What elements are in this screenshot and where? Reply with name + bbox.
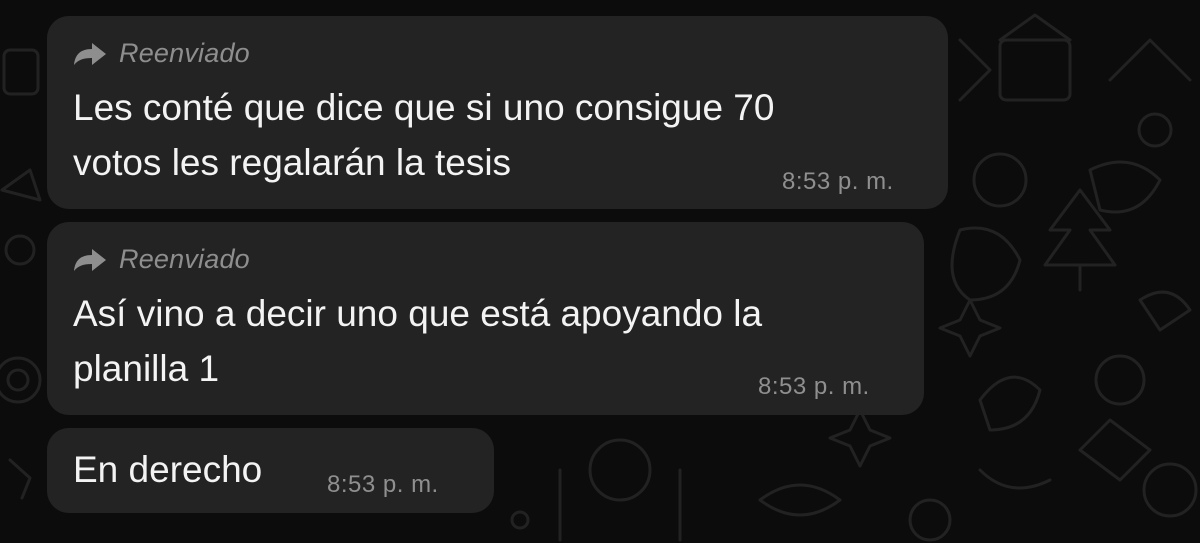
message-text: En derecho [73, 449, 263, 490]
message-time: 8:53 p. m. [327, 471, 439, 498]
forwarded-header: Reenviado [73, 244, 250, 275]
forwarded-label: Reenviado [119, 38, 250, 68]
forwarded-header: Reenviado [73, 38, 250, 69]
forward-arrow-icon [73, 41, 107, 67]
message-time: 8:53 p. m. [782, 168, 894, 195]
forwarded-label: Reenviado [119, 244, 250, 274]
forward-arrow-icon [73, 247, 107, 273]
message-time: 8:53 p. m. [758, 373, 870, 400]
message-text: Así vino a decir uno que está apoyando l… [73, 293, 763, 389]
message-text: Les conté que dice que si uno consigue 7… [73, 87, 775, 183]
